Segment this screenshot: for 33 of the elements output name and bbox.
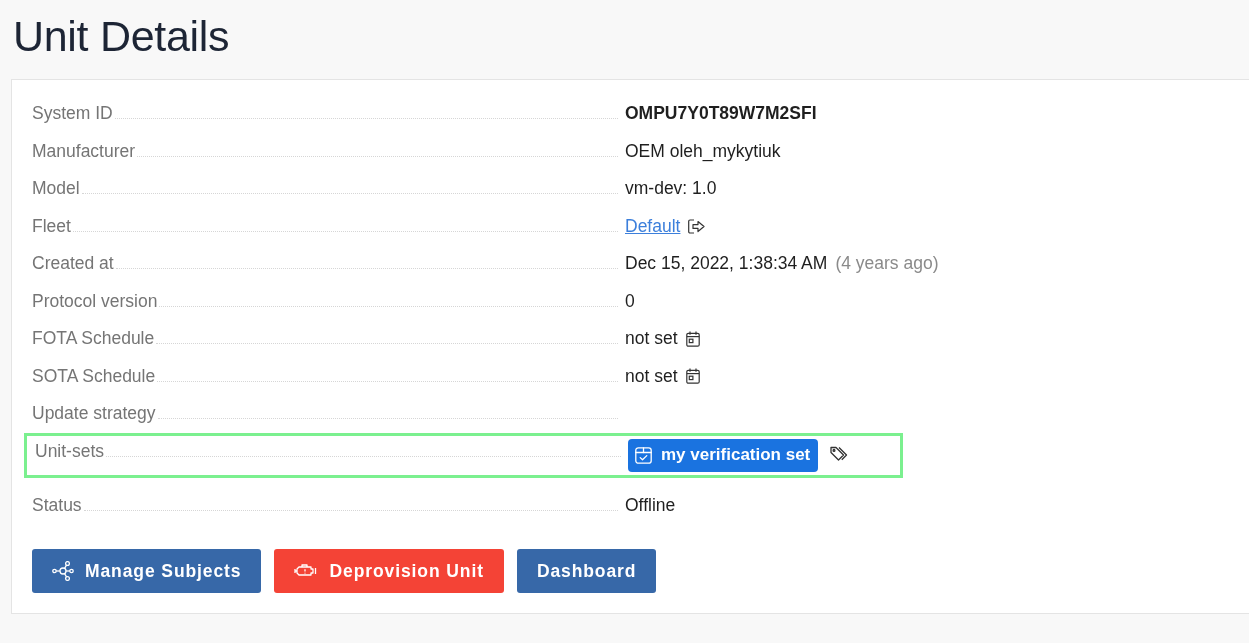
field-label: SOTA Schedule: [32, 365, 156, 387]
link[interactable]: Default: [625, 215, 681, 237]
tags-icon[interactable]: [830, 445, 850, 462]
open-arrow-icon[interactable]: [688, 218, 706, 234]
field-value: OEM oleh_mykytiuk: [625, 140, 781, 162]
deprovision-button[interactable]: Deprovision Unit: [274, 549, 504, 593]
calendar-icon[interactable]: [685, 330, 700, 347]
field-value: vm-dev: 1.0: [625, 178, 717, 200]
field-label: Model: [32, 178, 80, 200]
field-value: Dec 15, 2022, 1:38:34 AM: [625, 253, 828, 275]
unit-set-tag[interactable]: my verification set: [628, 438, 819, 472]
field-label: FOTA Schedule: [32, 328, 155, 350]
relative-time: (4 years ago): [835, 253, 939, 275]
field-label: Created at: [32, 253, 114, 275]
field-label: Fleet: [32, 215, 71, 237]
field-label: Unit-sets: [35, 440, 105, 462]
field-value: not set: [625, 328, 678, 350]
page-title: Unit Details: [13, 11, 231, 62]
field-value: Offline: [625, 494, 676, 516]
field-label: System ID: [32, 103, 113, 125]
field-value: 0: [625, 290, 635, 312]
box-check-icon: [635, 446, 652, 464]
field-label: Update strategy: [32, 403, 156, 425]
field-label: Status: [32, 494, 82, 516]
dashboard-button[interactable]: Dashboard: [516, 549, 657, 593]
manage-subjects-button[interactable]: Manage Subjects: [32, 549, 262, 593]
field-label: Protocol version: [32, 290, 158, 312]
field-value: OMPU7Y0T89W7M2SFI: [625, 103, 817, 125]
calendar-icon[interactable]: [685, 368, 700, 385]
field-value: not set: [625, 365, 678, 387]
network-icon: [52, 561, 74, 581]
field-label: Manufacturer: [32, 140, 136, 162]
engine-icon: [294, 563, 319, 579]
